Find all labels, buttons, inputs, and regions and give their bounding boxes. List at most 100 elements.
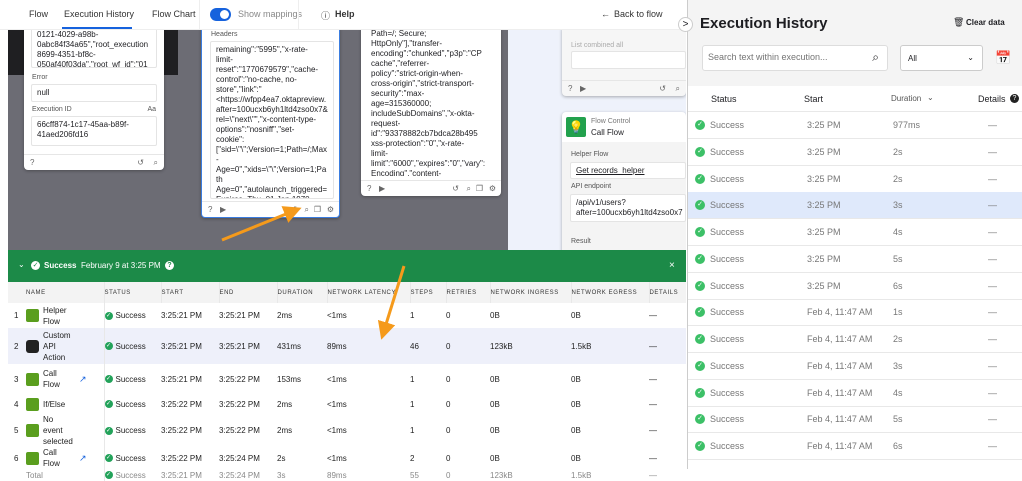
- cell-duration: 2ms: [277, 399, 293, 409]
- table-row[interactable]: 6 Call Flow ↗ ✓ Success 3:25:22 PM 3:25:24 PM 2…: [8, 447, 686, 469]
- help-link[interactable]: Help: [335, 9, 355, 19]
- history-icon[interactable]: ↺: [452, 184, 459, 193]
- show-mappings-toggle[interactable]: [210, 8, 231, 21]
- table-row[interactable]: 1 Helper Flow ✓ Success 3:25:21 PM 3:25:21 PM…: [8, 303, 686, 328]
- cell-n: 3: [14, 374, 19, 384]
- cell-details[interactable]: —: [649, 400, 657, 409]
- cell-details[interactable]: —: [649, 342, 657, 351]
- table-row[interactable]: 3 Call Flow ↗ ✓ Success 3:25:21 PM 3:25:22 PM 1…: [8, 364, 686, 394]
- chevron-down-icon[interactable]: ⌄: [18, 260, 25, 269]
- history-row[interactable]: ✓ Success Feb 4, 11:47 AM 2s —: [688, 326, 1022, 353]
- success-icon: ✓: [695, 200, 705, 211]
- play-icon[interactable]: ▶: [379, 184, 385, 193]
- cell-details[interactable]: —: [649, 454, 657, 463]
- search-icon[interactable]: ⌕: [154, 158, 158, 168]
- history-row[interactable]: ✓ Success Feb 4, 11:47 AM 5s —: [688, 406, 1022, 434]
- col-status[interactable]: Status: [711, 94, 737, 104]
- row-status: Success: [710, 253, 745, 264]
- cell-n: 2: [14, 341, 19, 351]
- list-card[interactable]: List combined all ? ▶ ↺ ⌕: [562, 30, 686, 96]
- help-icon[interactable]: ⓘ: [321, 9, 330, 22]
- back-arrow-icon: ←: [601, 9, 610, 19]
- copy-icon[interactable]: ❐: [314, 205, 321, 214]
- help-icon[interactable]: ?: [30, 158, 34, 167]
- info-icon[interactable]: ?: [165, 261, 174, 270]
- flow-canvas[interactable]: 0121-4029-a98b- 0abc84f34a65","root_exec…: [8, 30, 686, 250]
- cell-n: 4: [14, 399, 19, 409]
- execution-detail-panel: ⌄ ✓ Success February 9 at 3:25 PM ? × NA…: [8, 250, 686, 481]
- row-start: 3:25 PM: [807, 120, 841, 130]
- gear-icon[interactable]: ⚙: [327, 205, 334, 214]
- history-icon[interactable]: ↺: [137, 158, 144, 167]
- cell-latency: <1ms: [327, 453, 347, 463]
- history-row[interactable]: ✓ Success 3:25 PM 4s —: [688, 219, 1022, 246]
- cell-steps: 1: [410, 311, 415, 320]
- column-header: START: [161, 282, 220, 303]
- history-icon[interactable]: ↺: [290, 205, 297, 214]
- history-row[interactable]: ✓ Success 3:25 PM 3s —: [688, 192, 1022, 220]
- history-row[interactable]: ✓ Success Feb 4, 11:47 AM 3s —: [688, 353, 1022, 380]
- search-input[interactable]: [708, 52, 858, 62]
- help-icon[interactable]: ?: [1010, 94, 1019, 103]
- row-duration: 3s: [893, 360, 903, 371]
- response-card[interactable]: Path=/; Secure; HttpOnly"],"transfer- en…: [361, 30, 501, 196]
- search-input-wrap[interactable]: ⌕: [702, 45, 888, 71]
- row-status: Success: [710, 387, 745, 398]
- col-start[interactable]: Start: [804, 94, 823, 104]
- success-icon: ✓: [695, 414, 705, 425]
- copy-icon[interactable]: ❐: [476, 184, 483, 193]
- flow-icon: [26, 424, 39, 437]
- history-row[interactable]: ✓ Success 3:25 PM 5s —: [688, 246, 1022, 273]
- cell-details[interactable]: —: [649, 311, 657, 320]
- external-link-icon[interactable]: ↗: [79, 453, 87, 464]
- calendar-icon[interactable]: 📅: [995, 50, 1011, 66]
- help-icon[interactable]: ?: [208, 205, 212, 214]
- collapse-panel-button[interactable]: >: [678, 17, 693, 32]
- table-row[interactable]: 4 If/Else ✓ Success 3:25:22 PM 3:25:22 PM 2ms <…: [8, 394, 686, 414]
- table-row[interactable]: 5 No event selected ✓ Success 3:25:22 PM 3:25…: [8, 414, 686, 447]
- row-status: Success: [710, 120, 745, 130]
- help-icon[interactable]: ?: [568, 84, 572, 93]
- clear-data-button[interactable]: Clear data: [966, 18, 1005, 27]
- search-icon[interactable]: ⌕: [305, 205, 309, 215]
- sort-chevron-icon[interactable]: ⌄: [927, 93, 934, 102]
- response-field: Path=/; Secure; HttpOnly"],"transfer- en…: [366, 30, 491, 176]
- cell-details[interactable]: —: [649, 375, 657, 384]
- external-link-icon[interactable]: ↗: [79, 374, 87, 385]
- play-icon[interactable]: ▶: [580, 84, 586, 93]
- history-row[interactable]: ✓ Success 3:25 PM 2s —: [688, 139, 1022, 166]
- history-icon[interactable]: ↺: [659, 84, 666, 93]
- step-name: Call Flow: [43, 369, 60, 389]
- search-icon[interactable]: ⌕: [467, 184, 471, 194]
- step-name: Helper Flow: [43, 305, 67, 326]
- tab-execution-history[interactable]: Execution History: [64, 9, 134, 19]
- helper-flow-link[interactable]: Get records_helper: [570, 162, 686, 179]
- status-filter-select[interactable]: All ⌄: [900, 45, 983, 71]
- row-details: —: [988, 387, 997, 398]
- cell-details[interactable]: —: [649, 426, 657, 435]
- execution-output-card[interactable]: 0121-4029-a98b- 0abc84f34a65","root_exec…: [24, 30, 164, 170]
- history-row[interactable]: ✓ Success Feb 4, 11:47 AM 6s —: [688, 433, 1022, 460]
- search-icon[interactable]: ⌕: [872, 50, 879, 65]
- table-row[interactable]: 2 Custom API Action ✓ Success 3:25:21 PM 3:25…: [8, 328, 686, 364]
- history-row[interactable]: ✓ Success Feb 4, 11:47 AM 1s —: [688, 299, 1022, 327]
- search-icon[interactable]: ⌕: [676, 84, 680, 94]
- history-row[interactable]: ✓ Success 3:25 PM 977ms —: [688, 112, 1022, 139]
- call-flow-card[interactable]: 💡 Flow Control Call Flow Helper Flow Get…: [562, 112, 686, 250]
- history-row[interactable]: ✓ Success Feb 4, 11:47 AM 4s —: [688, 380, 1022, 407]
- gear-icon[interactable]: ⚙: [489, 184, 496, 193]
- tab-flow[interactable]: Flow: [29, 9, 48, 19]
- help-icon[interactable]: ?: [367, 184, 371, 193]
- cell-details[interactable]: —: [649, 471, 657, 480]
- close-icon[interactable]: ×: [669, 260, 675, 271]
- column-header: [8, 282, 26, 303]
- cell-steps: 55: [410, 470, 419, 480]
- api-headers-card[interactable]: Headers remaining":"5995","x-rate- limit…: [201, 30, 340, 218]
- col-duration[interactable]: Duration: [891, 94, 921, 103]
- history-row[interactable]: ✓ Success 3:25 PM 6s —: [688, 273, 1022, 300]
- tab-flow-chart[interactable]: Flow Chart: [152, 9, 196, 19]
- back-to-flow-link[interactable]: Back to flow: [614, 9, 663, 19]
- history-row[interactable]: ✓ Success 3:25 PM 2s —: [688, 166, 1022, 193]
- total-row[interactable]: Total ✓ Success 3:25:21 PM 3:25:24 PM 3s 89ms 5…: [8, 469, 686, 481]
- play-icon[interactable]: ▶: [220, 205, 226, 214]
